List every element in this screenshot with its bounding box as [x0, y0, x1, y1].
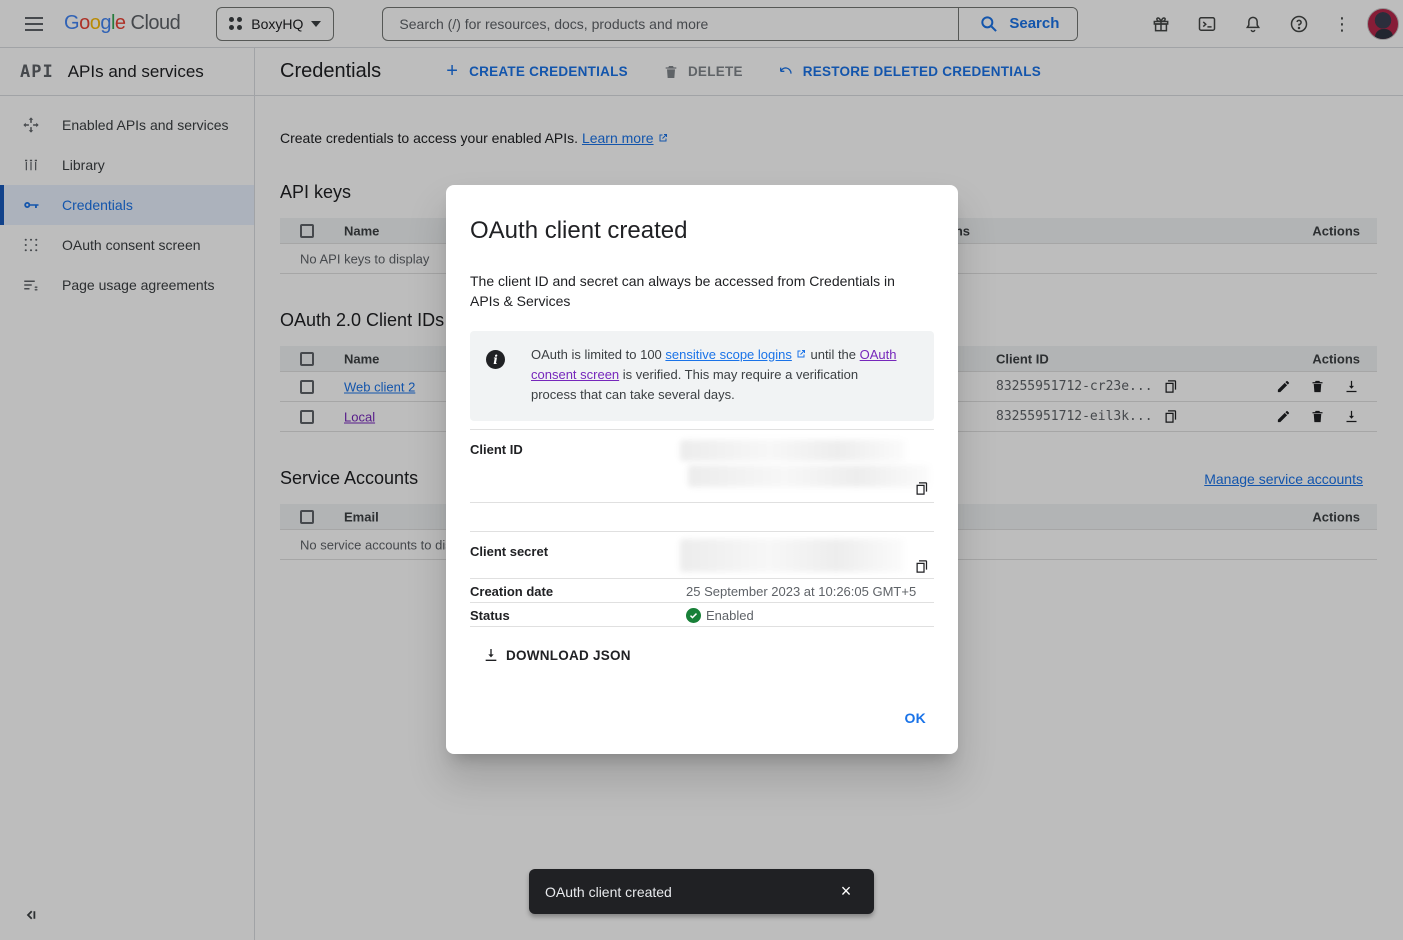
- oauth-client-created-dialog: OAuth client created The client ID and s…: [446, 185, 958, 754]
- dialog-title: OAuth client created: [470, 217, 934, 245]
- ok-button[interactable]: OK: [897, 702, 935, 734]
- copy-client-secret-icon[interactable]: [914, 559, 930, 575]
- notice-pre: OAuth is limited to 100: [531, 347, 665, 362]
- status-row: Status Enabled: [470, 603, 934, 627]
- client-id-redacted: [688, 465, 930, 487]
- download-json-button[interactable]: DOWNLOAD JSON: [483, 637, 631, 673]
- status-badge: Enabled: [706, 608, 754, 623]
- notice-text: OAuth is limited to 100 sensitive scope …: [531, 345, 899, 405]
- dialog-subtitle: The client ID and secret can always be a…: [470, 271, 910, 311]
- external-link-icon: [795, 348, 807, 360]
- toast-message: OAuth client created: [545, 884, 672, 900]
- sensitive-scope-logins-link[interactable]: sensitive scope logins: [665, 347, 791, 362]
- client-id-row: Client ID: [470, 429, 934, 503]
- creation-date-value: 25 September 2023 at 10:26:05 GMT+5: [686, 584, 916, 599]
- spacer-row: [470, 503, 934, 532]
- status-label: Status: [470, 608, 510, 623]
- copy-client-id-icon[interactable]: [914, 481, 930, 497]
- download-json-label: DOWNLOAD JSON: [506, 648, 631, 663]
- close-icon[interactable]: ×: [834, 881, 858, 902]
- client-secret-row: Client secret: [470, 532, 934, 579]
- status-value: Enabled: [686, 608, 754, 623]
- creation-date-row: Creation date 25 September 2023 at 10:26…: [470, 579, 934, 603]
- client-id-label: Client ID: [470, 442, 523, 457]
- client-secret-redacted: [680, 539, 904, 572]
- app-window: Google Cloud BoxyHQ Search: [0, 0, 1403, 940]
- notice-mid: until the: [807, 347, 860, 362]
- info-icon: i: [486, 350, 505, 369]
- client-secret-label: Client secret: [470, 544, 548, 559]
- creation-date-label: Creation date: [470, 584, 553, 599]
- snackbar-toast: OAuth client created ×: [529, 869, 874, 914]
- client-id-redacted: [680, 440, 906, 461]
- check-circle-icon: [686, 608, 701, 623]
- download-icon: [483, 647, 499, 663]
- verification-notice: i OAuth is limited to 100 sensitive scop…: [470, 331, 934, 421]
